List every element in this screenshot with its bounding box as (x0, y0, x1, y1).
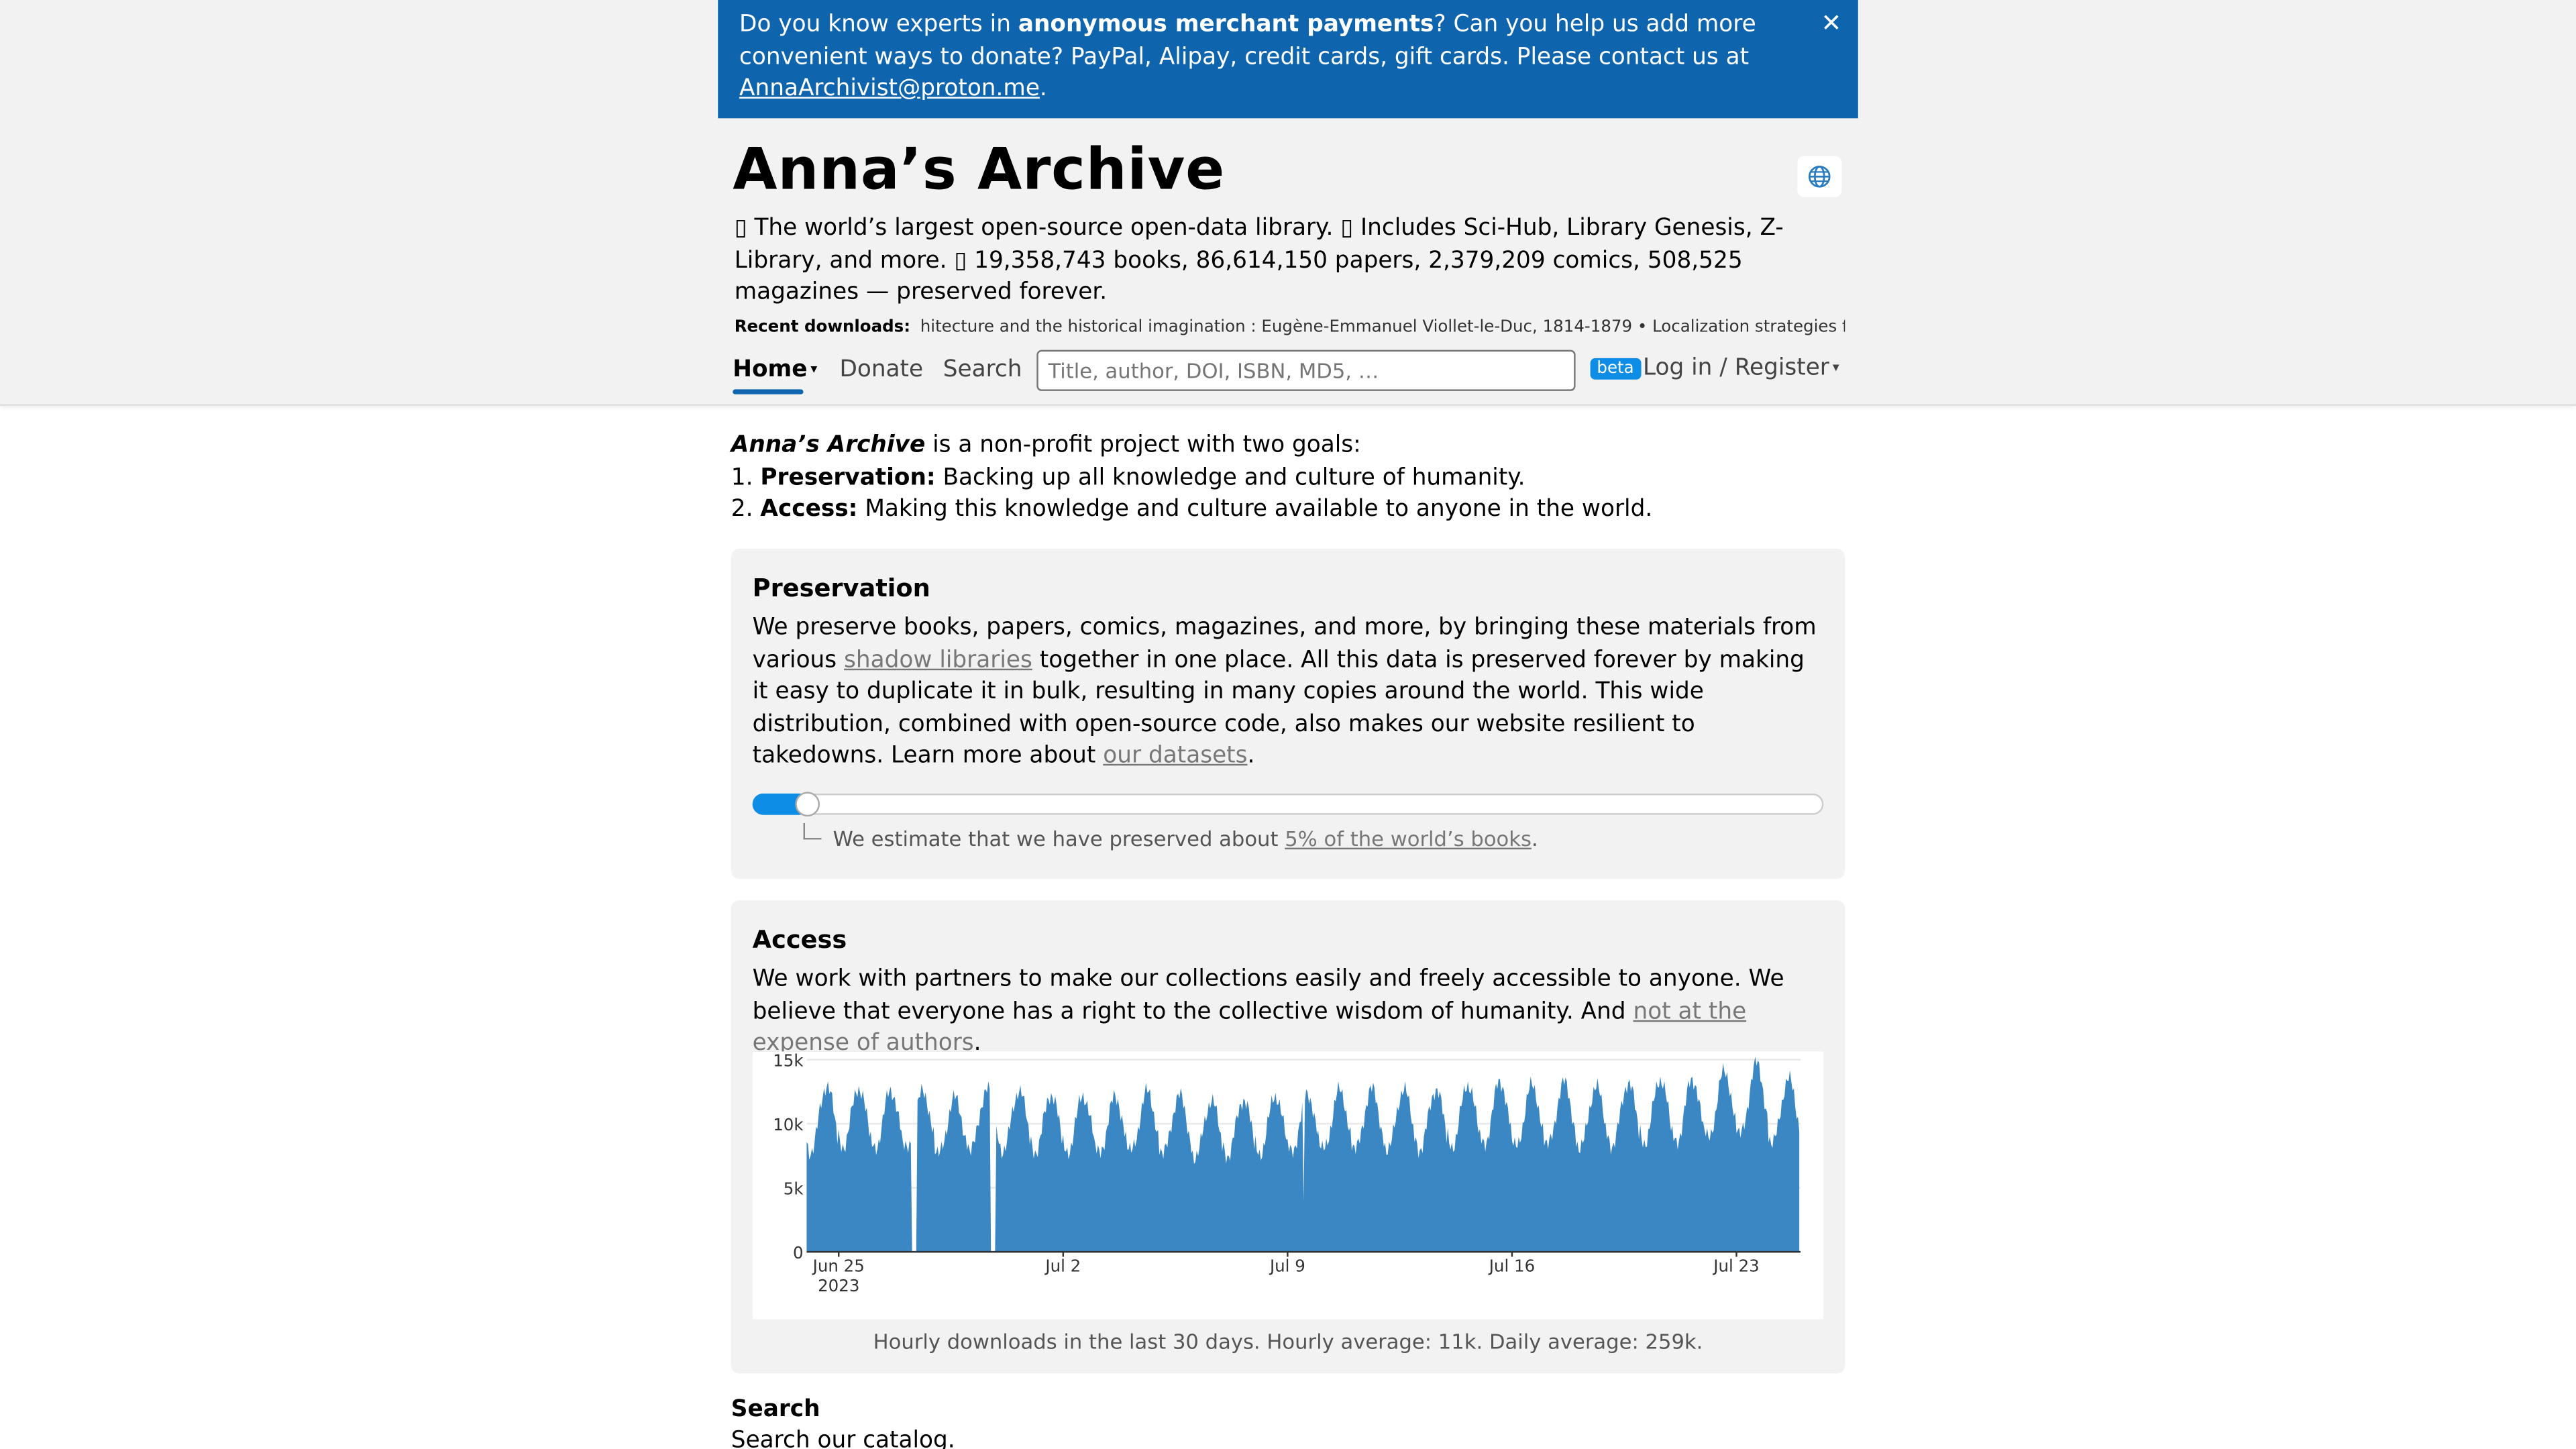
login-register-button[interactable]: Log in / Register ▾ (1643, 355, 1839, 381)
note-connector (803, 822, 822, 840)
login-register-label: Log in / Register (1643, 354, 1829, 382)
note-period: . (1531, 826, 1538, 851)
nav-search[interactable]: Search (943, 356, 1022, 382)
banner-email-link[interactable]: AnnaArchivist@proton.me (739, 76, 1040, 102)
access-text-1: We work with partners to make our collec… (752, 966, 1784, 1025)
recent-downloads-items[interactable]: hitecture and the historical imagination… (920, 319, 1845, 337)
downloads-area (806, 1056, 1800, 1252)
chart-caption: Hourly downloads in the last 30 days. Ho… (873, 1329, 1703, 1354)
nav-home-underline (733, 389, 804, 394)
beta-badge: beta (1590, 358, 1641, 380)
x-tick-label: Jul 16 (1488, 1256, 1535, 1276)
y-tick-label: 5k (784, 1179, 804, 1198)
downloads-chart-svg: 0 5k 10k 15k Jun 252023 Jul 2 Jul 9 Jul 16 Jul 2… (773, 1051, 1801, 1295)
site-title[interactable]: Anna’s Archive (733, 138, 1225, 204)
preservation-heading: Preservation (752, 573, 930, 603)
recent-downloads-label: Recent downloads: (734, 319, 911, 337)
y-tick-label: 0 (793, 1243, 804, 1263)
recent-downloads: Recent downloads: hitecture and the histo… (735, 319, 1845, 337)
x-tick-label: Jul 23 (1712, 1256, 1759, 1276)
y-tick-label: 10k (773, 1115, 804, 1134)
goal-2: 2. Access: Making this knowledge and cul… (731, 495, 1652, 527)
close-icon[interactable]: ✕ (1821, 8, 1842, 40)
nav-home[interactable]: Home ▾ (733, 356, 818, 394)
goal-1-number: 1. (731, 464, 761, 491)
banner-bold-text: anonymous merchant payments (1018, 11, 1434, 38)
x-tick-label: Jul 9 (1269, 1256, 1305, 1276)
intro-line: Anna’s Archive is a non-profit project w… (731, 431, 1652, 463)
access-heading: Access (752, 924, 847, 955)
search-section-heading: Search (731, 1396, 820, 1423)
donation-banner: Do you know experts in anonymous merchan… (718, 0, 1858, 119)
banner-period: . (1039, 75, 1047, 102)
chevron-down-icon: ▾ (810, 361, 818, 376)
preservation-text: We preserve books, papers, comics, magaz… (753, 612, 1824, 773)
goal-1-label: Preservation: (760, 464, 936, 491)
goal-2-label: Access: (760, 496, 858, 523)
preservation-estimate-note: We estimate that we have preserved about… (833, 826, 1538, 851)
our-datasets-link[interactable]: our datasets (1103, 743, 1247, 769)
downloads-chart: 0 5k 10k 15k Jun 25 2023 Jul 2 Jul 9 Jul 16 Jul 2… (752, 1051, 1824, 1320)
preservation-text-3: . (1247, 743, 1255, 770)
page: Do you know experts in anonymous merchan… (0, 0, 2576, 1449)
goal-1: 1. Preservation: Backing up all knowledg… (731, 463, 1652, 495)
x-tick-sublabel: 2023 (818, 1276, 859, 1295)
worlds-books-link[interactable]: 5% of the world’s books (1285, 826, 1532, 851)
language-button[interactable] (1797, 156, 1842, 197)
access-card: Access We work with partners to make our… (731, 900, 1845, 1374)
intro-name: Anna’s Archive (731, 432, 926, 459)
preservation-progress-bar (752, 792, 1824, 817)
search-section-text: Search our catalog. (731, 1428, 955, 1449)
globe-icon (1808, 165, 1831, 188)
intro: Anna’s Archive is a non-profit project w… (731, 431, 1652, 527)
x-tick-label: Jul 2 (1044, 1256, 1081, 1276)
preservation-card: Preservation We preserve books, papers, … (731, 548, 1845, 879)
search-input[interactable] (1036, 350, 1576, 391)
y-tick-label: 15k (773, 1051, 804, 1070)
goal-1-text: Backing up all knowledge and culture of … (935, 464, 1525, 491)
banner-text: Do you know experts in (739, 11, 1018, 38)
intro-text: is a non-profit project with two goals: (925, 432, 1361, 459)
note-text: We estimate that we have preserved about (833, 826, 1285, 851)
nav-donate[interactable]: Donate (839, 356, 923, 382)
goal-2-text: Making this knowledge and culture availa… (857, 496, 1653, 523)
tagline: ▯ The world’s largest open-source open-d… (734, 215, 1784, 307)
chevron-down-icon: ▾ (1832, 360, 1839, 375)
progress-knob (794, 792, 820, 817)
goal-2-number: 2. (731, 496, 761, 523)
nav-home-label: Home (733, 356, 808, 383)
access-text: We work with partners to make our collec… (753, 965, 1824, 1061)
x-tick-label: Jun 25 (812, 1256, 865, 1276)
shadow-libraries-link[interactable]: shadow libraries (844, 647, 1032, 673)
